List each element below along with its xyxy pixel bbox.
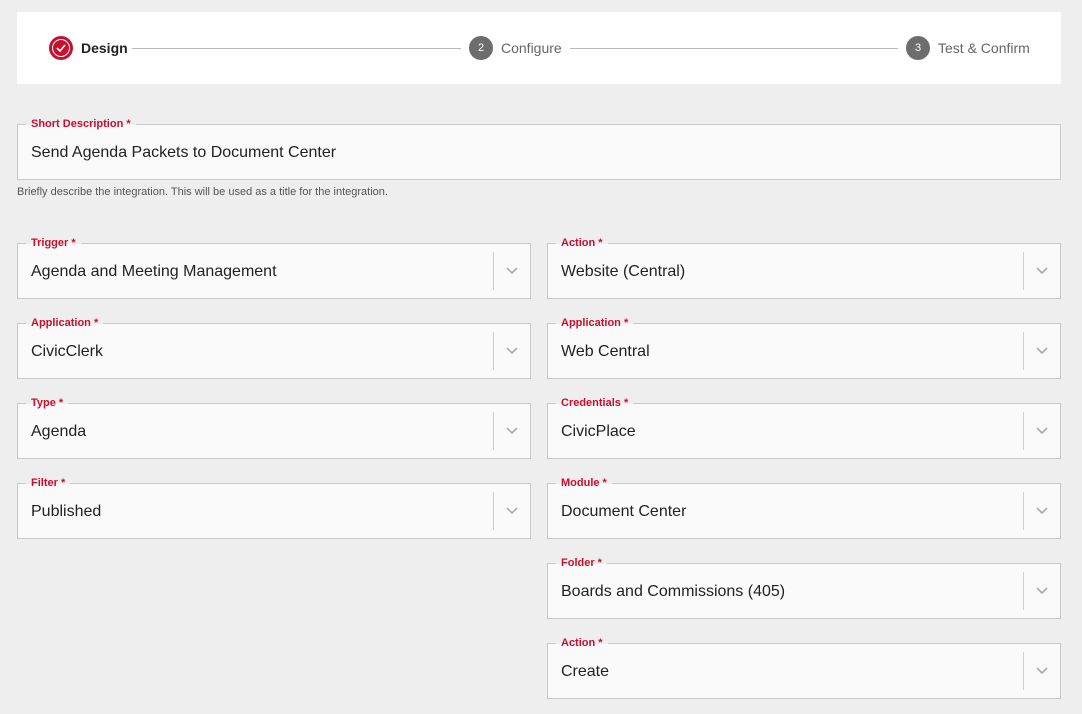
check-circle-icon xyxy=(49,36,73,60)
field-label: Application * xyxy=(26,316,104,331)
step-design[interactable]: Design xyxy=(49,36,128,60)
select-divider xyxy=(1023,332,1024,370)
module-action-select[interactable]: Action * Create xyxy=(547,636,1061,699)
chevron-down-icon[interactable] xyxy=(1035,266,1049,276)
step-label: Test & Confirm xyxy=(938,40,1030,56)
field-value: Published xyxy=(31,503,102,520)
field-label: Application * xyxy=(556,316,634,331)
field-value: Boards and Commissions (405) xyxy=(561,583,786,600)
trigger-select[interactable]: Trigger * Agenda and Meeting Management xyxy=(17,236,531,299)
field-label: Filter * xyxy=(26,476,71,491)
field-value: CivicPlace xyxy=(561,423,636,440)
field-label: Action * xyxy=(556,236,608,251)
field-value: Agenda xyxy=(31,423,87,440)
select-divider xyxy=(1023,652,1024,690)
chevron-down-icon[interactable] xyxy=(505,426,519,436)
field-value: Web Central xyxy=(561,343,650,360)
field-value[interactable]: Send Agenda Packets to Document Center xyxy=(31,144,336,162)
select-divider xyxy=(493,412,494,450)
field-value: Document Center xyxy=(561,503,687,520)
credentials-select[interactable]: Credentials * CivicPlace xyxy=(547,396,1061,459)
step-connector xyxy=(570,48,898,49)
field-label: Credentials * xyxy=(556,396,634,411)
chevron-down-icon[interactable] xyxy=(505,346,519,356)
field-label: Trigger * xyxy=(26,236,81,251)
field-label: Folder * xyxy=(556,556,607,571)
step-label: Design xyxy=(81,40,128,56)
select-divider xyxy=(493,332,494,370)
action-application-select[interactable]: Application * Web Central xyxy=(547,316,1061,379)
field-value: Create xyxy=(561,663,610,680)
folder-select[interactable]: Folder * Boards and Commissions (405) xyxy=(547,556,1061,619)
field-label: Short Description * xyxy=(26,117,136,132)
module-select[interactable]: Module * Document Center xyxy=(547,476,1061,539)
step-connector xyxy=(132,48,461,49)
field-value: Agenda and Meeting Management xyxy=(31,263,277,280)
chevron-down-icon[interactable] xyxy=(1035,506,1049,516)
select-divider xyxy=(1023,572,1024,610)
trigger-application-select[interactable]: Application * CivicClerk xyxy=(17,316,531,379)
field-value: CivicClerk xyxy=(31,343,103,360)
short-description-input[interactable]: Short Description * Send Agenda Packets … xyxy=(17,117,1061,180)
chevron-down-icon[interactable] xyxy=(505,506,519,516)
select-divider xyxy=(493,252,494,290)
select-divider xyxy=(1023,252,1024,290)
field-label: Action * xyxy=(556,636,608,651)
type-select[interactable]: Type * Agenda xyxy=(17,396,531,459)
field-value: Website (Central) xyxy=(561,263,686,280)
chevron-down-icon[interactable] xyxy=(1035,586,1049,596)
select-divider xyxy=(493,492,494,530)
step-label: Configure xyxy=(501,40,562,56)
step-number-badge: 2 xyxy=(469,36,493,60)
chevron-down-icon[interactable] xyxy=(505,266,519,276)
field-label: Type * xyxy=(26,396,69,411)
filter-select[interactable]: Filter * Published xyxy=(17,476,531,539)
step-test-confirm[interactable]: 3 Test & Confirm xyxy=(906,36,1030,60)
step-number-badge: 3 xyxy=(906,36,930,60)
chevron-down-icon[interactable] xyxy=(1035,666,1049,676)
select-divider xyxy=(1023,412,1024,450)
chevron-down-icon[interactable] xyxy=(1035,346,1049,356)
wizard-stepper: Design 2 Configure 3 Test & Confirm xyxy=(17,12,1061,84)
short-description-helper: Briefly describe the integration. This w… xyxy=(17,186,388,198)
action-select[interactable]: Action * Website (Central) xyxy=(547,236,1061,299)
step-configure[interactable]: 2 Configure xyxy=(469,36,562,60)
chevron-down-icon[interactable] xyxy=(1035,426,1049,436)
field-label: Module * xyxy=(556,476,612,491)
select-divider xyxy=(1023,492,1024,530)
